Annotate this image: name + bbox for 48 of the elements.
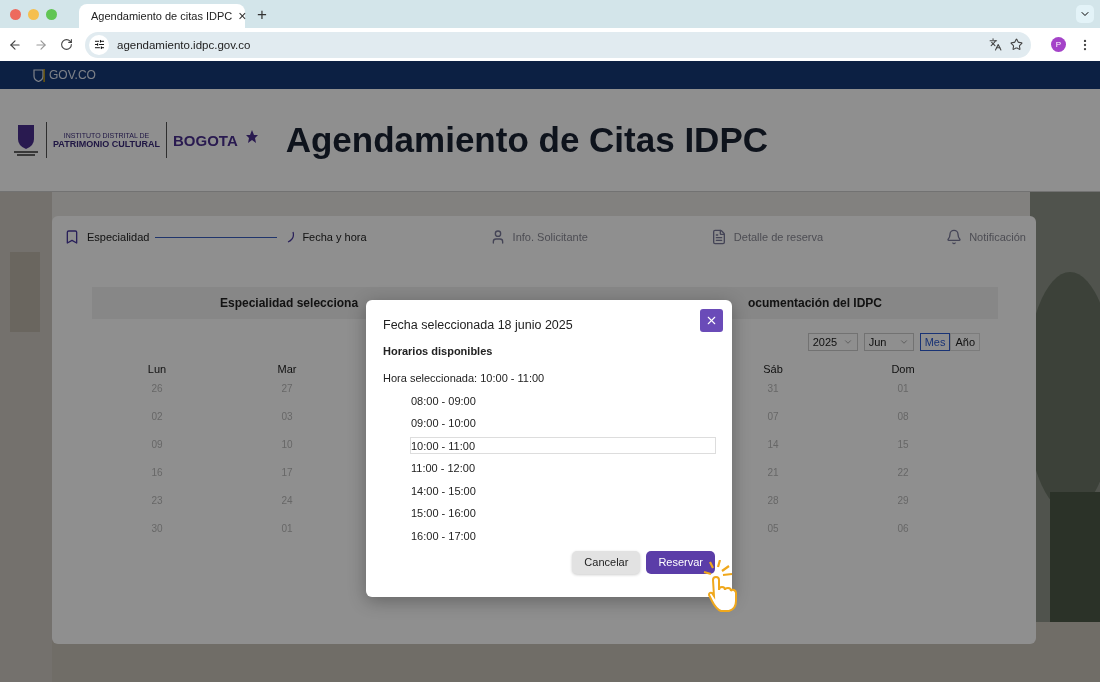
selected-time-text: Hora seleccionada: 10:00 - 11:00 [383,372,546,384]
weekday-header: Mar [277,363,297,377]
reserve-button[interactable]: Reservar [646,550,715,574]
step-label: Fecha y hora [302,231,367,243]
step-label: Info. Solicitante [512,231,588,243]
step-label: Notificación [969,231,1026,243]
step-label: Especialidad [87,231,150,243]
brand-logo-text: BOGOTA [173,131,238,149]
browser-tab[interactable]: Agendamiento de citas IDPC × [79,4,245,28]
view-toggle[interactable]: Mes [919,333,951,351]
weekday-header: Sáb [763,363,783,377]
shield-icon [33,68,45,82]
year-select[interactable]: 2025 [807,333,858,351]
page-title: Agendamiento de Citas IDPC [285,120,768,160]
tab-title: Agendamiento de citas IDPC [91,10,233,22]
view-toggle[interactable]: Año [950,333,980,351]
month-select[interactable]: Jun [863,333,914,351]
profile-avatar[interactable]: P [1051,37,1066,52]
institute-name: PATRIMONIO CULTURAL [53,138,160,149]
gov-label[interactable]: GOV.CO [49,68,96,82]
spinner-icon [287,231,296,243]
close-button[interactable] [700,309,723,332]
back-button[interactable] [8,37,22,52]
chevron-down-icon [842,337,853,347]
bell-icon [946,229,963,245]
chevron-down-icon [898,337,909,347]
tab-list-button[interactable] [1076,5,1094,23]
step-label: Detalle de reserva [733,231,824,243]
bookmark-star-button[interactable] [1010,38,1023,51]
tab-close-button[interactable]: × [238,9,247,23]
site-settings-button[interactable] [89,34,109,55]
forward-button[interactable] [34,37,48,52]
coat-of-arms-icon [12,123,40,157]
sliders-icon [93,39,105,50]
weekday-header: Dom [891,363,915,377]
translate-button[interactable] [989,38,1002,51]
bookmark-icon [64,229,80,245]
specialty-text: Especialidad selecciona [220,296,359,310]
reload-button[interactable] [60,38,73,51]
section-heading: Horarios disponibles [383,345,494,357]
new-tab-button[interactable]: + [253,5,271,23]
close-icon [705,314,718,327]
time-slot[interactable]: 10:00 - 11:00 [410,437,716,454]
cancel-button[interactable]: Cancelar [572,550,641,574]
specialty-text: ocumentación del IDPC [747,296,882,310]
weekday-header: Lun [147,363,167,377]
document-icon [710,229,727,245]
dialog-title: Fecha seleccionada 18 junio 2025 [383,318,573,332]
